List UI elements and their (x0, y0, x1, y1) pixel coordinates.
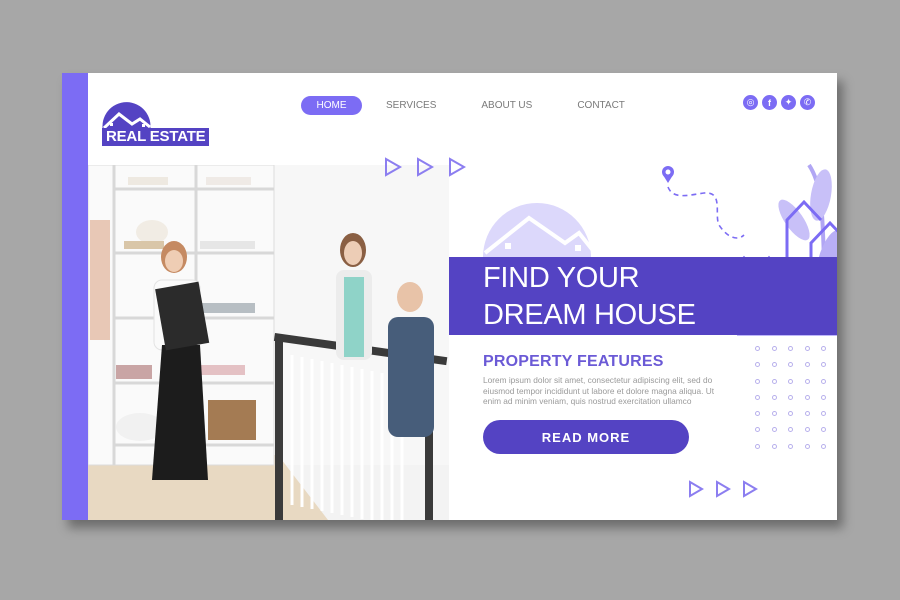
features-description: Lorem ipsum dolor sit amet, consectetur … (483, 375, 715, 406)
decor-triangles-bottom (688, 479, 788, 499)
dot (755, 443, 760, 449)
hero-title: FIND YOUR DREAM HOUSE (483, 260, 696, 334)
dot (821, 378, 826, 384)
dot (755, 427, 760, 433)
dot (771, 427, 777, 433)
twitter-icon[interactable]: ✦ (781, 95, 796, 110)
hero-photo (88, 165, 449, 520)
nav-about-us[interactable]: ABOUT US (481, 96, 532, 115)
dot (788, 362, 793, 368)
logo[interactable]: REAL ESTATE (102, 95, 222, 147)
dot (755, 346, 760, 351)
dot (821, 411, 826, 417)
dot (821, 362, 826, 368)
dot (804, 427, 810, 433)
main-nav: HOME SERVICES ABOUT US CONTACT (301, 96, 625, 115)
nav-home[interactable]: HOME (301, 96, 362, 115)
dot (804, 443, 810, 449)
social-links: ◎ f ✦ ✆ (743, 95, 815, 110)
dot (755, 394, 760, 400)
dot (788, 394, 793, 400)
dot (755, 411, 760, 417)
dot (771, 378, 777, 384)
dot (788, 378, 793, 384)
dot (804, 346, 810, 351)
accent-strip (62, 73, 88, 520)
dot (804, 362, 810, 368)
dot (821, 427, 826, 433)
hero-title-line1: FIND YOUR (483, 262, 640, 294)
dot (771, 346, 777, 351)
dot (755, 378, 760, 384)
dot (771, 394, 777, 400)
read-more-button[interactable]: READ MORE (483, 420, 689, 454)
dot (771, 443, 777, 449)
dot (771, 411, 777, 417)
play-triangles-icon (689, 480, 758, 498)
dot (804, 411, 810, 417)
dot (821, 394, 826, 400)
nav-services[interactable]: SERVICES (386, 96, 436, 115)
instagram-icon[interactable]: ◎ (743, 95, 758, 110)
room-scene-image (88, 165, 449, 520)
logo-house-icon (102, 102, 151, 131)
dot (821, 346, 826, 351)
dot (755, 362, 760, 368)
decor-dot-grid (755, 346, 837, 460)
hero-title-line2: DREAM HOUSE (483, 299, 696, 331)
landing-page: REAL ESTATE HOME SERVICES ABOUT US CONTA… (62, 73, 837, 520)
dot (804, 394, 810, 400)
logo-text: REAL ESTATE (102, 128, 210, 146)
features-title: PROPERTY FEATURES (483, 353, 664, 370)
dot (771, 362, 777, 368)
dot (821, 443, 826, 449)
dot (788, 411, 793, 417)
dot (788, 427, 793, 433)
dot (788, 346, 793, 351)
dot (788, 443, 793, 449)
nav-contact[interactable]: CONTACT (577, 96, 625, 115)
dot (804, 378, 810, 384)
facebook-icon[interactable]: f (762, 95, 777, 110)
whatsapp-icon[interactable]: ✆ (800, 95, 815, 110)
